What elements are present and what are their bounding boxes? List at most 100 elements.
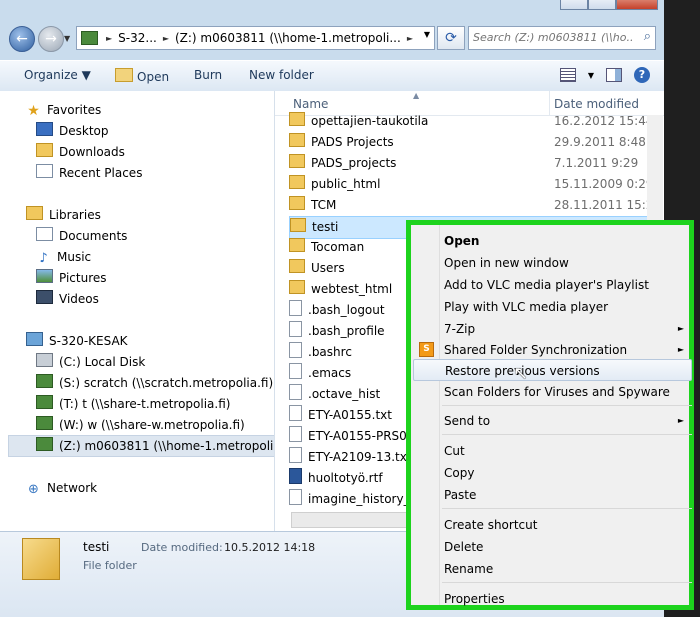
nav-downloads[interactable]: Downloads <box>36 142 125 162</box>
menu-separator <box>442 508 692 509</box>
menu-open-new-window[interactable]: Open in new window <box>444 252 692 274</box>
back-button[interactable]: ← <box>9 26 35 52</box>
back-arrow-icon: ← <box>16 31 28 47</box>
menu-7zip[interactable]: 7-Zip ► <box>444 318 692 340</box>
libraries-icon <box>26 206 43 220</box>
file-row[interactable]: opettajien-taukotila 16.2.2012 15:44 <box>289 111 653 132</box>
file-icon <box>289 342 302 358</box>
nav-desktop[interactable]: Desktop <box>36 121 109 141</box>
nav-drive-z[interactable]: (Z:) m0603811 (\\home-1.metropolia.fi\h <box>36 436 274 456</box>
menu-restore-previous-versions[interactable]: Restore previous versions <box>413 359 692 381</box>
nav-drive-c[interactable]: (C:) Local Disk <box>36 352 145 372</box>
nav-network[interactable]: ⊕ Network <box>26 478 97 498</box>
open-button[interactable]: Open <box>115 68 169 84</box>
breadcrumb-drive[interactable]: (Z:) m0603811 (\\home-1.metropoli... <box>171 31 405 45</box>
nav-music[interactable]: ♪ Music <box>36 247 91 267</box>
open-label: Open <box>137 70 170 84</box>
nav-label: Music <box>57 250 92 264</box>
menu-shared-folder-sync[interactable]: Shared Folder Synchronization ► <box>444 339 692 361</box>
burn-button[interactable]: Burn <box>194 68 222 82</box>
network-drive-icon <box>36 395 53 409</box>
file-row[interactable]: PADS Projects 29.9.2011 8:48 <box>289 132 649 153</box>
menu-copy[interactable]: Copy <box>444 462 692 484</box>
search-icon[interactable]: ⌕ <box>644 29 651 44</box>
new-folder-button[interactable]: New folder <box>249 68 314 82</box>
folder-icon <box>289 196 305 210</box>
nav-label: Desktop <box>59 124 109 138</box>
submenu-arrow-icon: ► <box>677 416 684 425</box>
column-date-modified[interactable]: Date modified <box>554 97 639 111</box>
navigation-pane: ★ Favorites Desktop Downloads Recent Plac… <box>0 91 275 531</box>
sync-icon: S <box>419 342 434 357</box>
nav-label: Pictures <box>59 271 107 285</box>
nav-libraries[interactable]: Libraries <box>26 205 101 225</box>
network-drive-icon <box>36 437 53 451</box>
file-icon <box>289 300 302 316</box>
menu-paste[interactable]: Paste <box>444 484 692 506</box>
file-row[interactable]: public_html 15.11.2009 0:29 <box>289 174 653 195</box>
file-date: 15.11.2009 0:29 <box>554 177 654 191</box>
nav-label: Recent Places <box>59 166 143 180</box>
file-name: .bash_logout <box>308 303 385 317</box>
search-input[interactable] <box>469 27 637 47</box>
folder-icon <box>290 218 306 232</box>
nav-pictures[interactable]: Pictures <box>36 268 107 288</box>
nav-drive-w[interactable]: (W:) w (\\share-w.metropolia.fi) <box>36 415 245 435</box>
history-dropdown-icon[interactable]: ▼ <box>64 34 70 43</box>
menu-cut[interactable]: Cut <box>444 440 692 462</box>
nav-computer[interactable]: S-320-KESAK <box>26 331 128 351</box>
menu-open[interactable]: Open <box>444 230 692 252</box>
menu-send-to[interactable]: Send to ► <box>444 410 692 432</box>
nav-videos[interactable]: Videos <box>36 289 99 309</box>
menu-icon-gutter <box>439 225 440 605</box>
menu-delete[interactable]: Delete <box>444 536 692 558</box>
breadcrumb-computer[interactable]: S-32... <box>114 31 161 45</box>
view-dropdown-icon[interactable]: ▼ <box>588 71 594 80</box>
organize-button[interactable]: Organize ▼ <box>24 68 91 82</box>
details-type: File folder <box>83 559 137 572</box>
submenu-arrow-icon: ► <box>677 345 684 354</box>
menu-separator <box>442 434 692 435</box>
folder-icon <box>289 238 305 252</box>
nav-drive-s[interactable]: (S:) scratch (\\scratch.metropolia.fi) <box>36 373 273 393</box>
nav-documents[interactable]: Documents <box>36 226 127 246</box>
details-modified-label: Date modified: <box>141 541 223 554</box>
file-icon <box>289 426 302 442</box>
forward-button[interactable]: → <box>38 26 64 52</box>
nav-recent-places[interactable]: Recent Places <box>36 163 142 183</box>
column-name[interactable]: Name <box>293 97 328 111</box>
documents-icon <box>36 227 53 241</box>
file-date: 29.9.2011 8:48 <box>554 135 646 149</box>
file-row[interactable]: PADS_projects 7.1.2011 9:29 <box>289 153 649 174</box>
close-button[interactable] <box>616 0 658 10</box>
menu-add-vlc-playlist[interactable]: Add to VLC media player's Playlist <box>444 274 692 296</box>
nav-drive-t[interactable]: (T:) t (\\share-t.metropolia.fi) <box>36 394 230 414</box>
address-bar[interactable]: ► S-32... ► (Z:) m0603811 (\\home-1.metr… <box>76 26 435 50</box>
network-drive-icon <box>36 416 53 430</box>
menu-create-shortcut[interactable]: Create shortcut <box>444 514 692 536</box>
file-name: .octave_hist <box>308 387 381 401</box>
videos-icon <box>36 290 53 304</box>
view-options-icon[interactable] <box>559 68 576 82</box>
file-row[interactable]: TCM 28.11.2011 15:27 <box>289 195 661 216</box>
search-box: ⌕ <box>468 26 656 50</box>
folder-icon <box>289 280 305 294</box>
menu-scan-viruses[interactable]: Scan Folders for Viruses and Spyware <box>444 381 692 403</box>
menu-play-vlc[interactable]: Play with VLC media player <box>444 296 692 318</box>
details-name: testi <box>83 540 110 554</box>
minimize-button[interactable] <box>560 0 588 10</box>
address-dropdown-icon[interactable]: ▼ <box>424 30 430 39</box>
nav-favorites[interactable]: ★ Favorites <box>26 100 101 120</box>
preview-pane-icon[interactable] <box>606 68 622 82</box>
file-name: .emacs <box>308 366 352 380</box>
horizontal-scrollbar[interactable] <box>291 512 413 528</box>
menu-separator <box>442 582 692 583</box>
maximize-button[interactable] <box>588 0 616 10</box>
menu-properties[interactable]: Properties <box>444 588 692 610</box>
help-icon[interactable]: ? <box>634 67 650 83</box>
computer-icon <box>26 332 43 346</box>
nav-label: (W:) w (\\share-w.metropolia.fi) <box>59 418 245 432</box>
menu-rename[interactable]: Rename <box>444 558 692 580</box>
folder-icon <box>289 112 305 126</box>
refresh-button[interactable]: ⟳ <box>437 26 465 50</box>
